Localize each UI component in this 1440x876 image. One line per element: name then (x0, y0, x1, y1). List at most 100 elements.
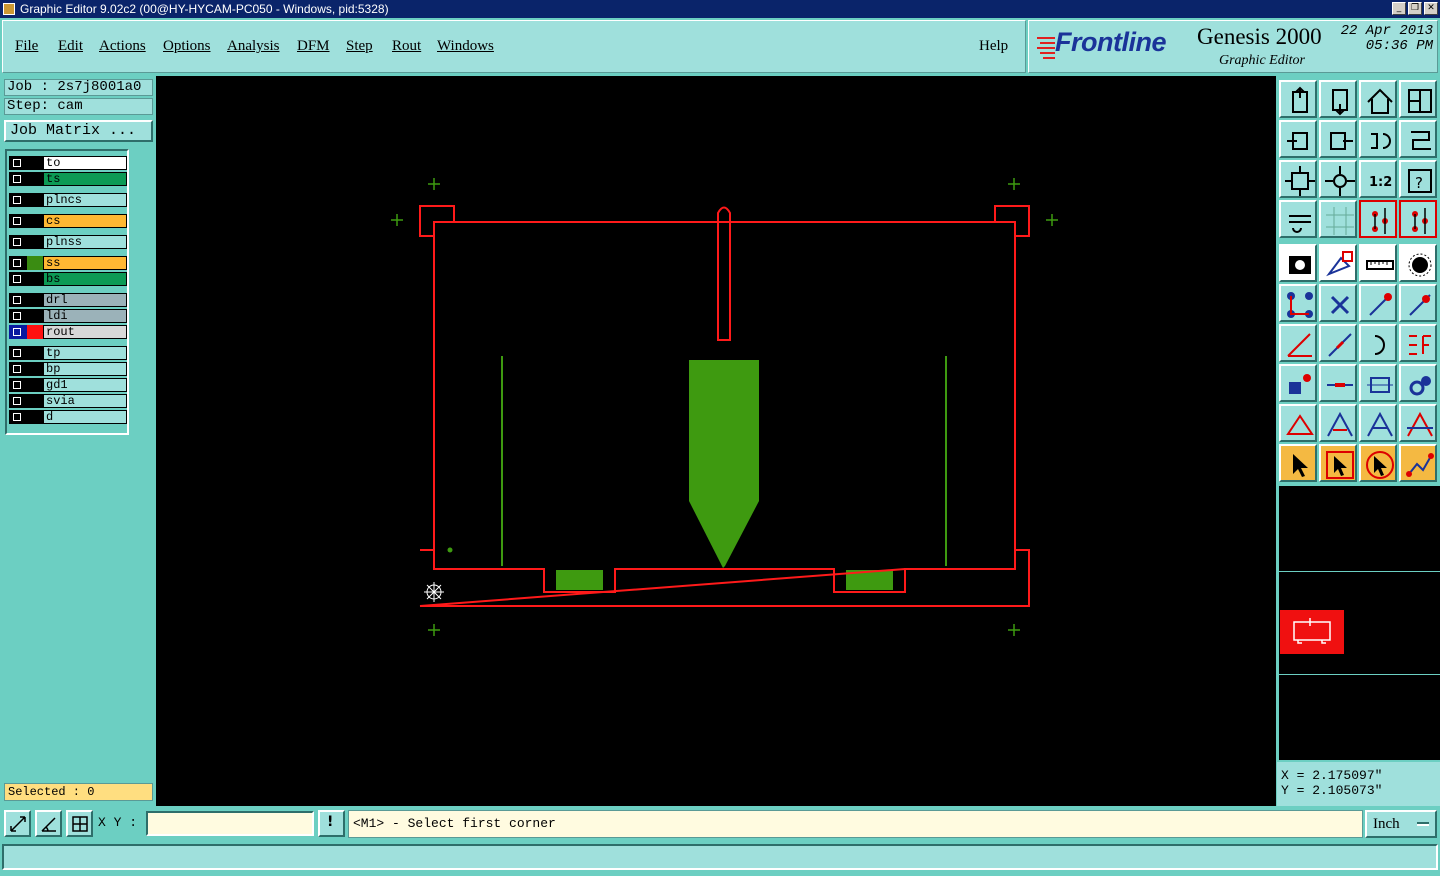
triangle-c-button[interactable] (1359, 404, 1397, 442)
cursor-box-button[interactable] (1319, 444, 1357, 482)
triangle-d-button[interactable] (1399, 404, 1437, 442)
point-button[interactable] (1399, 244, 1437, 282)
layer-row-drl[interactable]: drl (9, 293, 127, 307)
layer-checkbox[interactable] (9, 394, 27, 408)
cross-button[interactable] (1319, 284, 1357, 322)
layer-checkbox[interactable] (9, 293, 27, 307)
layer-checkbox[interactable] (9, 272, 27, 286)
layer-checkbox[interactable] (9, 325, 27, 339)
menu-windows[interactable]: Windows (437, 38, 494, 55)
triangle-b-button[interactable] (1319, 404, 1357, 442)
menu-analysis[interactable]: Analysis (227, 38, 280, 55)
menu-edit[interactable]: Edit (58, 38, 83, 55)
graphic-canvas[interactable] (156, 76, 1276, 806)
line-button[interactable] (1319, 324, 1357, 362)
layer-name[interactable]: ldi (43, 309, 127, 323)
line-point-button[interactable] (1359, 284, 1397, 322)
layer-name[interactable]: ts (43, 172, 127, 186)
zoom-home-button[interactable] (1279, 80, 1317, 118)
cursor-circle-button[interactable] (1359, 444, 1397, 482)
redraw-button[interactable] (1399, 120, 1437, 158)
pad-select-button[interactable] (1279, 364, 1317, 402)
zoom-step-button[interactable] (1319, 80, 1357, 118)
layer-row-d[interactable]: d (9, 410, 127, 424)
restore-button[interactable]: ❐ (1408, 2, 1422, 15)
menu-step[interactable]: Step (346, 38, 373, 55)
layer-checkbox[interactable] (9, 256, 27, 270)
pan-left-button[interactable] (1279, 120, 1317, 158)
layer-checkbox[interactable] (9, 214, 27, 228)
layer-name[interactable]: plncs (43, 193, 127, 207)
grid-button[interactable] (1319, 200, 1357, 238)
layer-row-bp[interactable]: bp (9, 362, 127, 376)
layer-name[interactable]: bs (43, 272, 127, 286)
help-query-button[interactable]: ? (1399, 160, 1437, 198)
mirror-f-button[interactable] (1399, 324, 1437, 362)
layer-name[interactable]: cs (43, 214, 127, 228)
menu-dfm[interactable]: DFM (297, 38, 330, 55)
layer-row-bs[interactable]: bs (9, 272, 127, 286)
layer-checkbox[interactable] (9, 378, 27, 392)
line-point-alt-button[interactable] (1399, 284, 1437, 322)
arc-button[interactable] (1359, 324, 1397, 362)
connect-button[interactable] (1279, 284, 1317, 322)
layer-scrollbar[interactable] (130, 149, 154, 435)
warning-button[interactable]: ! (318, 810, 345, 837)
layer-checkbox[interactable] (9, 346, 27, 360)
layer-row-rout[interactable]: rout (9, 325, 127, 339)
layer-name[interactable]: rout (43, 325, 127, 339)
route-button[interactable] (1399, 444, 1437, 482)
layer-name[interactable]: bp (43, 362, 127, 376)
cursor-button[interactable] (1279, 444, 1317, 482)
minus-button[interactable] (1319, 364, 1357, 402)
layer-row-ts[interactable]: ts (9, 172, 127, 186)
minimap-panel[interactable] (1277, 486, 1440, 760)
units-selector[interactable]: Inch (1365, 810, 1437, 838)
layer-name[interactable]: to (43, 156, 127, 170)
layer-checkbox[interactable] (9, 235, 27, 249)
layer-name[interactable]: plnss (43, 235, 127, 249)
layer-checkbox[interactable] (9, 410, 27, 424)
layer-name[interactable]: ss (43, 256, 127, 270)
scale-1-2-button[interactable]: 1:2 (1359, 160, 1397, 198)
menu-options[interactable]: Options (163, 38, 211, 55)
layer-checkbox[interactable] (9, 362, 27, 376)
layer-row-plncs[interactable]: plncs (9, 193, 127, 207)
layer-name[interactable]: drl (43, 293, 127, 307)
menu-actions[interactable]: Actions (99, 38, 146, 55)
close-button[interactable]: ✕ (1424, 2, 1438, 15)
triangle-a-button[interactable] (1279, 404, 1317, 442)
grid-mode-button[interactable] (66, 810, 93, 837)
layer-row-plnss[interactable]: plnss (9, 235, 127, 249)
layer-row-svia[interactable]: svia (9, 394, 127, 408)
layer-row-tp[interactable]: tp (9, 346, 127, 360)
layer-name[interactable]: gd1 (43, 378, 127, 392)
snap-alt-button[interactable] (1399, 200, 1437, 238)
measure-tools-button[interactable] (1279, 200, 1317, 238)
zoom-center-button[interactable] (1319, 160, 1357, 198)
xy-input[interactable] (146, 811, 314, 836)
layer-checkbox[interactable] (9, 172, 27, 186)
layer-row-ss[interactable]: ss (9, 256, 127, 270)
dimension-button[interactable] (1359, 364, 1397, 402)
job-matrix-button[interactable]: Job Matrix ... (4, 120, 153, 142)
menu-help[interactable]: Help (979, 38, 1008, 55)
angle-mode-button[interactable] (35, 810, 62, 837)
minimize-button[interactable]: _ (1392, 2, 1406, 15)
layer-name[interactable]: svia (43, 394, 127, 408)
ruler-button[interactable] (1359, 244, 1397, 282)
layer-row-to[interactable]: to (9, 156, 127, 170)
layer-row-gd1[interactable]: gd1 (9, 378, 127, 392)
menu-rout[interactable]: Rout (392, 38, 421, 55)
layer-checkbox[interactable] (9, 193, 27, 207)
select-shape-button[interactable] (1319, 244, 1357, 282)
step-thumbnail[interactable] (1280, 610, 1344, 654)
home-button[interactable] (1359, 80, 1397, 118)
menu-file[interactable]: File (15, 38, 38, 55)
zoom-fit-button[interactable] (1279, 160, 1317, 198)
layer-checkbox[interactable] (9, 156, 27, 170)
window-button[interactable] (1399, 80, 1437, 118)
snap-button[interactable] (1359, 200, 1397, 238)
layer-checkbox[interactable] (9, 309, 27, 323)
undo-button[interactable] (1359, 120, 1397, 158)
